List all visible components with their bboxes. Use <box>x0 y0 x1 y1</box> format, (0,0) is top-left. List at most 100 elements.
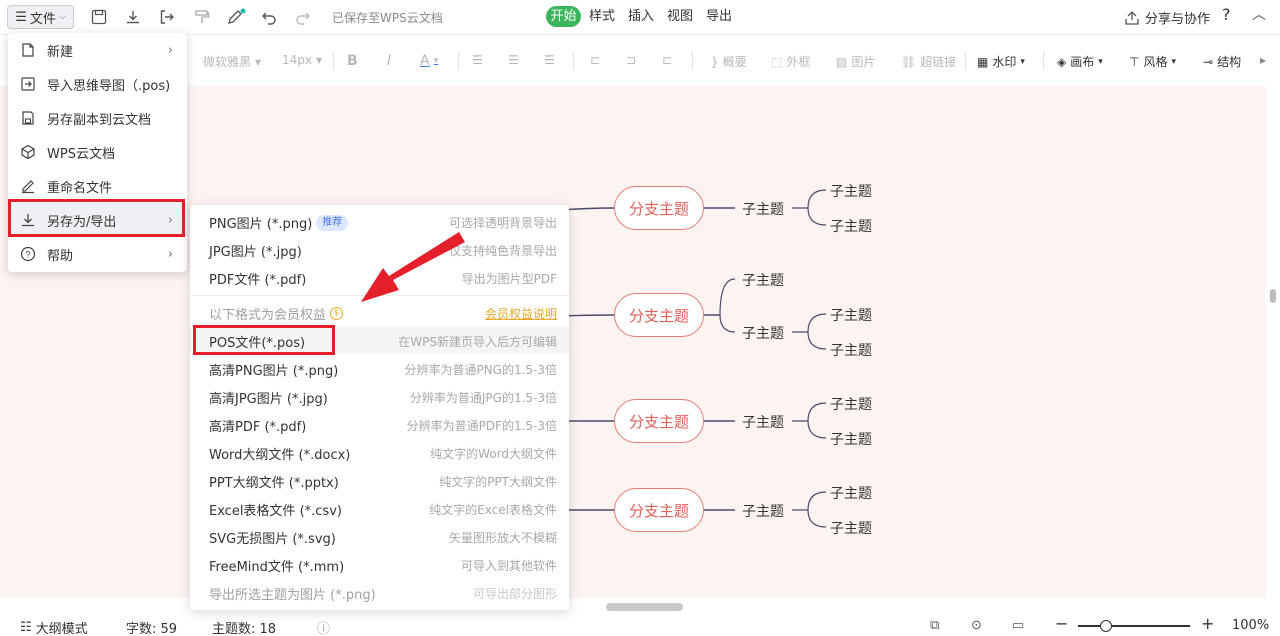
help-icon[interactable]: ? <box>1222 5 1231 25</box>
sub-topic[interactable]: 子主题 <box>830 305 872 325</box>
bold-button[interactable]: B <box>347 53 358 69</box>
outer-frame-button[interactable]: ⬚ 外框 <box>771 53 810 70</box>
tab-style[interactable]: 样式 <box>589 7 615 27</box>
redo-icon[interactable] <box>292 6 314 28</box>
tab-export[interactable]: 导出 <box>706 7 732 27</box>
menu-item-save-copy-cloud[interactable]: 另存副本到云文档 <box>8 101 187 135</box>
sub-topic[interactable]: 子主题 <box>830 181 872 201</box>
font-size-select[interactable]: 14px ▾ <box>282 53 322 67</box>
font-color-button[interactable]: A ▾ <box>420 53 438 69</box>
share-button[interactable]: 分享与协作 <box>1124 8 1210 27</box>
sub-topic[interactable]: 子主题 <box>830 518 872 538</box>
italic-button[interactable]: I <box>387 53 391 69</box>
divider <box>458 52 459 70</box>
sub-topic[interactable]: 子主题 <box>742 501 784 521</box>
align-left-icon[interactable]: ☰ <box>472 53 483 67</box>
toolbar-scroll-right-icon[interactable]: ▸ <box>1260 53 1266 67</box>
canvas-button[interactable]: ◈ 画布 ▾ <box>1057 53 1103 70</box>
frame-icon: ⬚ <box>771 54 783 69</box>
horizontal-scrollbar[interactable] <box>606 603 683 611</box>
menu-item-rename[interactable]: 重命名文件 <box>8 169 187 203</box>
zoom-slider-thumb[interactable] <box>1100 620 1112 632</box>
tab-start[interactable]: 开始 <box>546 6 581 27</box>
image-button[interactable]: ▨ 图片 <box>836 53 875 70</box>
shirt-icon: ⊤ <box>1129 54 1140 69</box>
tab-insert[interactable]: 插入 <box>628 7 654 27</box>
outline-mode-button[interactable]: ☷ 大纲模式 <box>20 618 88 636</box>
branch-topic[interactable]: 分支主题 <box>614 186 704 230</box>
align-right-icon[interactable]: ☰ <box>544 53 555 67</box>
sub-topic[interactable]: 子主题 <box>830 216 872 236</box>
map-icon[interactable]: ▭ <box>1012 618 1024 633</box>
branch-topic[interactable]: 分支主题 <box>614 293 704 337</box>
svg-text:?: ? <box>25 250 30 260</box>
zoom-out-icon[interactable]: − <box>1055 614 1068 633</box>
format-toolbar: 微软雅黑 ▾ 14px ▾ B I A ▾ ☰ ☰ ☰ ⊏ ⊐ ⊏ } 概要 ⬚ 外框… <box>0 42 1280 78</box>
sub-topic[interactable]: 子主题 <box>742 270 784 290</box>
download-icon[interactable] <box>122 6 144 28</box>
export-freemind[interactable]: FreeMind文件 (*.mm) 可导入到其他软件 <box>190 550 569 578</box>
collapse-icon[interactable]: ︿ <box>1252 5 1266 25</box>
sub-topic[interactable]: 子主题 <box>830 483 872 503</box>
sub-topic[interactable]: 子主题 <box>742 199 784 219</box>
file-menu-label: 文件 <box>29 11 56 27</box>
info-icon[interactable]: ⓘ <box>317 618 330 636</box>
watermark-icon: ▦ <box>977 54 989 69</box>
brace-icon: } <box>711 54 719 69</box>
chevron-right-icon: › <box>167 42 173 58</box>
export-hd-jpg[interactable]: 高清JPG图片 (*.jpg) 分辨率为普通JPG的1.5-3倍 <box>190 382 569 410</box>
menu-item-new[interactable]: 新建 › <box>8 33 187 67</box>
export-ppt[interactable]: PPT大纲文件 (*.pptx) 纯文字的PPT大纲文件 <box>190 466 569 494</box>
export-hd-png[interactable]: 高清PNG图片 (*.png) 分辨率为普通PNG的1.5-3倍 <box>190 354 569 382</box>
summary-button[interactable]: } 概要 <box>711 53 747 70</box>
structure-button[interactable]: ⊸ 结构 <box>1203 53 1241 70</box>
sub-topic[interactable]: 子主题 <box>742 412 784 432</box>
hyperlink-button[interactable]: ⛓ 超链接 <box>901 53 956 70</box>
zoom-in-icon[interactable]: + <box>1201 614 1214 633</box>
sub-topic[interactable]: 子主题 <box>830 394 872 414</box>
undo-icon[interactable] <box>258 6 280 28</box>
export-selected-topics[interactable]: 导出所选主题为图片 (*.png) 可导出部分图形 <box>190 578 569 606</box>
export-hint: 纯文字的PPT大纲文件 <box>439 475 557 489</box>
sub-topic[interactable]: 子主题 <box>830 340 872 360</box>
export-hint: 分辨率为普通PDF的1.5-3倍 <box>406 419 557 433</box>
watermark-button[interactable]: ▦ 水印 ▾ <box>977 53 1025 70</box>
copy-icon[interactable]: ⧉ <box>930 618 939 633</box>
style-button[interactable]: ⊤ 风格 ▾ <box>1129 53 1176 70</box>
export-word[interactable]: Word大纲文件 (*.docx) 纯文字的Word大纲文件 <box>190 438 569 466</box>
file-menu-button[interactable]: ☰ 文件 ⌵ <box>7 5 74 29</box>
export-svg[interactable]: SVG无损图片 (*.svg) 矢量图形放大不模糊 <box>190 522 569 550</box>
export-hd-pdf[interactable]: 高清PDF (*.pdf) 分辨率为普通PDF的1.5-3倍 <box>190 410 569 438</box>
share-icon <box>1125 11 1139 25</box>
menu-item-import[interactable]: 导入思维导图（.pos) <box>8 67 187 101</box>
format-painter-icon[interactable] <box>191 6 213 28</box>
tab-view[interactable]: 视图 <box>667 7 693 27</box>
branch-topic[interactable]: 分支主题 <box>614 488 704 532</box>
vertical-scrollbar[interactable] <box>1270 289 1276 303</box>
layout-icon-1[interactable]: ⊏ <box>590 53 600 67</box>
sub-topic[interactable]: 子主题 <box>742 323 784 343</box>
font-family-select[interactable]: 微软雅黑 ▾ <box>203 53 261 70</box>
export-excel[interactable]: Excel表格文件 (*.csv) 纯文字的Excel表格文件 <box>190 494 569 522</box>
zoom-slider[interactable] <box>1078 620 1190 632</box>
layout-icon-3[interactable]: ⊏ <box>662 53 672 67</box>
export-hint: 可选择透明背景导出 <box>448 216 557 230</box>
member-benefits-link[interactable]: 会员权益说明 <box>485 305 557 322</box>
share-label: 分享与协作 <box>1145 12 1211 27</box>
menu-item-wps-cloud[interactable]: WPS云文档 <box>8 135 187 169</box>
menu-item-help[interactable]: ? 帮助 › <box>8 237 187 271</box>
export-hint: 可导入到其他软件 <box>460 559 557 573</box>
export-hint: 仅支持纯色背景导出 <box>448 244 557 258</box>
locate-icon[interactable]: ⊙ <box>971 618 982 633</box>
layout-icon-2[interactable]: ⊐ <box>626 53 636 67</box>
export-hint: 导出为图片型PDF <box>461 272 557 286</box>
export-icon[interactable] <box>156 6 178 28</box>
branch-topic[interactable]: 分支主题 <box>614 399 704 443</box>
image-icon: ▨ <box>836 54 848 69</box>
link-icon: ⛓ <box>901 54 917 69</box>
save-icon[interactable] <box>88 6 110 28</box>
align-center-icon[interactable]: ☰ <box>508 53 519 67</box>
top-bar: ☰ 文件 ⌵ 已保存至WPS云文档 开始 样式 插入 视图 导出 分享与协作 ?… <box>0 0 1280 34</box>
pen-icon[interactable] <box>225 6 247 28</box>
sub-topic[interactable]: 子主题 <box>830 429 872 449</box>
